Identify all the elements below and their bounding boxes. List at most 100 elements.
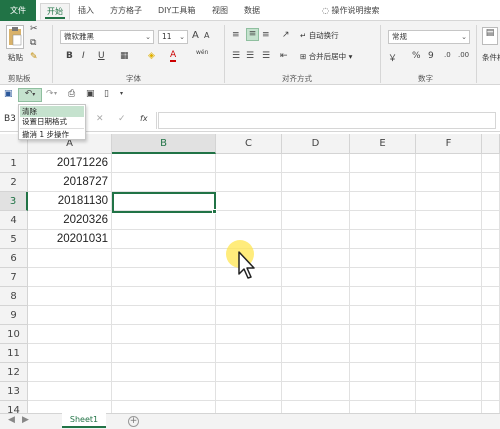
cell-b7[interactable]	[112, 268, 216, 287]
undo-button[interactable]: ↶▾	[18, 88, 42, 102]
cell-e14[interactable]	[350, 401, 416, 413]
align-bottom-icon[interactable]: ≡	[262, 30, 270, 40]
cell-b8[interactable]	[112, 287, 216, 306]
column-header-c[interactable]: C	[216, 134, 282, 154]
cell-f8[interactable]	[416, 287, 482, 306]
row-header-13[interactable]: 13	[0, 382, 28, 401]
redo-icon[interactable]: ↷	[46, 89, 54, 99]
currency-icon[interactable]: ￥	[388, 51, 397, 64]
cell-e10[interactable]	[350, 325, 416, 344]
cell-a4[interactable]: 2020326	[28, 211, 112, 230]
sheet-tab-sheet1[interactable]: Sheet1	[62, 413, 106, 428]
cell-c1[interactable]	[216, 154, 282, 173]
row-header-5[interactable]: 5	[0, 230, 28, 249]
cell-c10[interactable]	[216, 325, 282, 344]
cell-f6[interactable]	[416, 249, 482, 268]
cell-g14[interactable]	[482, 401, 500, 413]
cell-e7[interactable]	[350, 268, 416, 287]
cell-a8[interactable]	[28, 287, 112, 306]
next-sheet-icon[interactable]: ▶	[22, 415, 29, 425]
underline-button[interactable]: U	[98, 51, 105, 61]
cell-f10[interactable]	[416, 325, 482, 344]
row-header-6[interactable]: 6	[0, 249, 28, 268]
cancel-icon[interactable]: ✕	[96, 114, 104, 124]
increase-font-icon[interactable]: A	[192, 30, 199, 41]
row-header-2[interactable]: 2	[0, 173, 28, 192]
customize-qat-icon[interactable]: ▾	[120, 90, 123, 97]
cell-d9[interactable]	[282, 306, 350, 325]
formula-input[interactable]	[158, 112, 496, 129]
cell-b14[interactable]	[112, 401, 216, 413]
format-painter-icon[interactable]: ✎	[30, 52, 38, 62]
cell-g7[interactable]	[482, 268, 500, 287]
cell-g5[interactable]	[482, 230, 500, 249]
cell-d5[interactable]	[282, 230, 350, 249]
cell-g4[interactable]	[482, 211, 500, 230]
tab-diy[interactable]: DIY工具箱	[152, 3, 201, 20]
cell-b5[interactable]	[112, 230, 216, 249]
row-header-1[interactable]: 1	[0, 154, 28, 173]
cell-g9[interactable]	[482, 306, 500, 325]
align-middle-icon[interactable]: ≡	[246, 28, 259, 41]
decrease-font-icon[interactable]: A	[204, 31, 209, 40]
cell-g8[interactable]	[482, 287, 500, 306]
confirm-icon[interactable]: ✓	[118, 114, 126, 124]
cell-f5[interactable]	[416, 230, 482, 249]
cell-e1[interactable]	[350, 154, 416, 173]
new-document-icon[interactable]: ▯	[104, 89, 109, 99]
cell-b2[interactable]	[112, 173, 216, 192]
align-top-icon[interactable]: ≡	[232, 30, 240, 40]
cell-a12[interactable]	[28, 363, 112, 382]
cell-a13[interactable]	[28, 382, 112, 401]
cell-e8[interactable]	[350, 287, 416, 306]
cell-d2[interactable]	[282, 173, 350, 192]
cell-b10[interactable]	[112, 325, 216, 344]
cell-a2[interactable]: 2018727	[28, 173, 112, 192]
cell-d8[interactable]	[282, 287, 350, 306]
cell-e9[interactable]	[350, 306, 416, 325]
decrease-decimal-icon[interactable]: .00	[458, 51, 469, 59]
cell-d14[interactable]	[282, 401, 350, 413]
column-header-d[interactable]: D	[282, 134, 350, 154]
cell-d10[interactable]	[282, 325, 350, 344]
paste-label[interactable]: 粘贴	[8, 52, 23, 63]
phonetic-button[interactable]: wén	[196, 49, 208, 56]
cell-c3[interactable]	[216, 192, 282, 211]
fill-color-icon[interactable]: ◈	[148, 51, 155, 61]
merge-center-button[interactable]: ⊞ 合并后居中 ▾	[300, 51, 352, 62]
tab-insert[interactable]: 插入	[72, 3, 100, 20]
tab-view[interactable]: 视图	[206, 3, 234, 20]
number-format-select[interactable]: 常规 ⌄	[388, 30, 470, 44]
cell-e4[interactable]	[350, 211, 416, 230]
cell-a5[interactable]: 20201031	[28, 230, 112, 249]
paste-icon[interactable]	[6, 25, 24, 49]
tab-data[interactable]: 数据	[238, 3, 266, 20]
cell-e6[interactable]	[350, 249, 416, 268]
column-header-e[interactable]: E	[350, 134, 416, 154]
chevron-down-icon[interactable]: ▾	[54, 90, 57, 97]
cell-e13[interactable]	[350, 382, 416, 401]
row-header-4[interactable]: 4	[0, 211, 28, 230]
column-header-b[interactable]: B	[112, 134, 216, 154]
cell-f11[interactable]	[416, 344, 482, 363]
row-header-9[interactable]: 9	[0, 306, 28, 325]
row-header-14[interactable]: 14	[0, 401, 28, 413]
font-color-button[interactable]: A	[170, 51, 177, 62]
cell-a14[interactable]	[28, 401, 112, 413]
cell-f7[interactable]	[416, 268, 482, 287]
cell-d12[interactable]	[282, 363, 350, 382]
tell-me-search[interactable]: ◌ 操作说明搜索	[316, 3, 386, 20]
align-right-icon[interactable]: ☰	[262, 51, 270, 61]
cell-c14[interactable]	[216, 401, 282, 413]
conditional-format-icon[interactable]: ▤	[482, 27, 498, 45]
cell-d11[interactable]	[282, 344, 350, 363]
row-header-7[interactable]: 7	[0, 268, 28, 287]
cell-e11[interactable]	[350, 344, 416, 363]
row-header-10[interactable]: 10	[0, 325, 28, 344]
cell-f2[interactable]	[416, 173, 482, 192]
cell-f1[interactable]	[416, 154, 482, 173]
cell-e2[interactable]	[350, 173, 416, 192]
italic-button[interactable]: I	[82, 51, 85, 61]
cell-e12[interactable]	[350, 363, 416, 382]
print-preview-icon[interactable]: ⎙	[68, 89, 75, 99]
